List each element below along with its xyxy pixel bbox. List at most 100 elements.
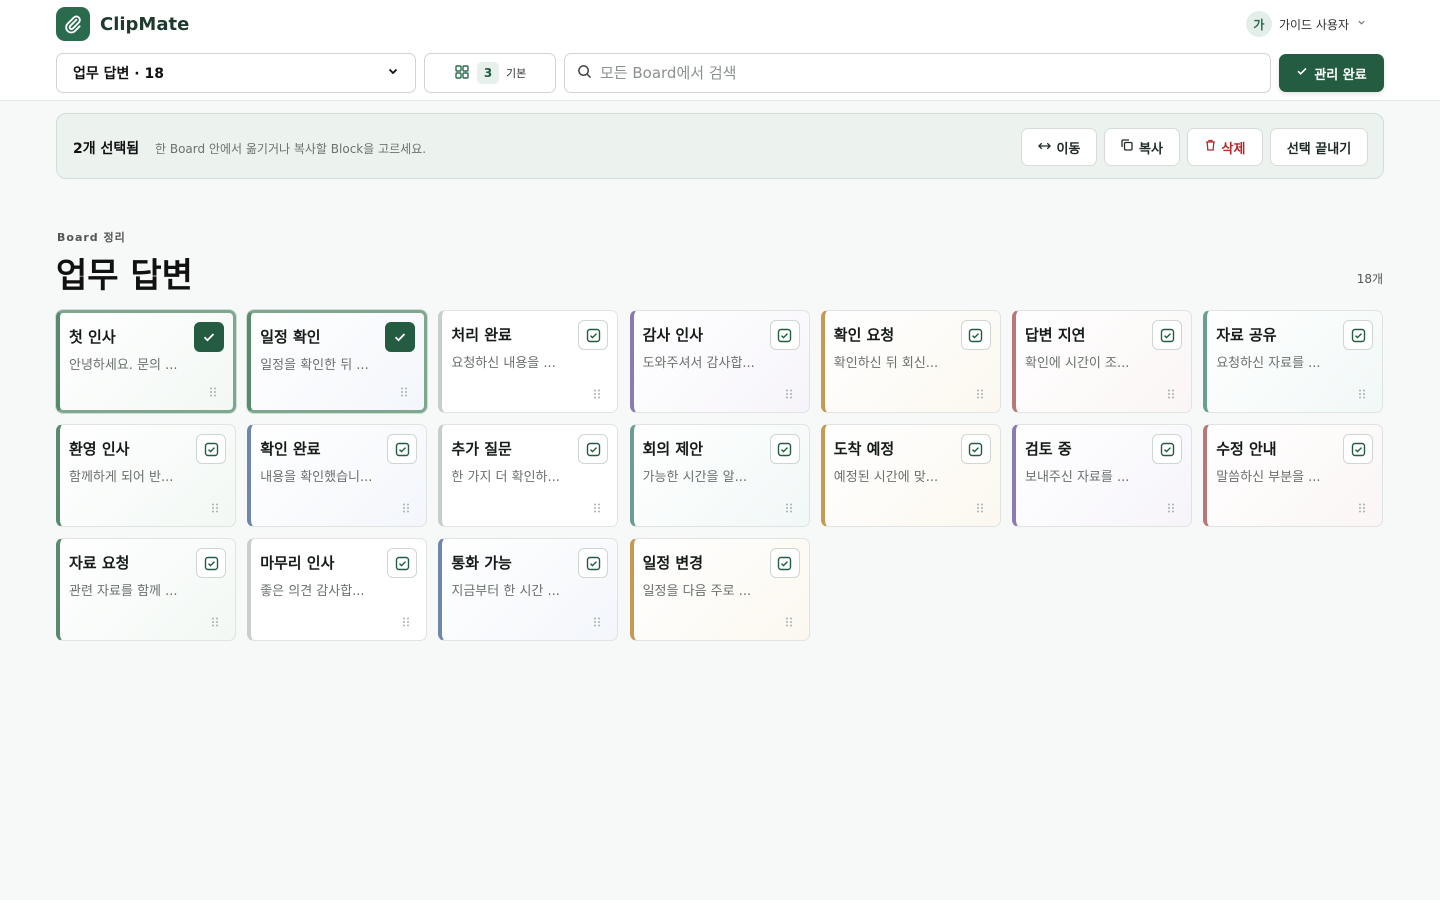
block-title: 통화 가능 (451, 554, 512, 572)
delete-button[interactable]: 삭제 (1187, 128, 1263, 166)
block-title: 환영 인사 (69, 440, 130, 458)
block-card[interactable]: 확인 완료 내용을 확인했습니... (247, 424, 428, 527)
block-count: 18개 (1356, 272, 1383, 286)
select-checkbox[interactable] (960, 434, 991, 464)
block-card[interactable]: 수정 안내 말씀하신 부분을 ... (1203, 424, 1384, 527)
drag-handle-icon[interactable] (976, 498, 984, 517)
block-snippet: 좋은 의견 감사합... (260, 584, 365, 599)
drag-handle-icon[interactable] (1167, 498, 1175, 517)
select-checkbox[interactable] (196, 434, 226, 464)
drag-handle-icon[interactable] (402, 498, 410, 517)
avatar: 가 (1245, 11, 1272, 37)
board-select-value: 업무 답변 · 18 (73, 66, 164, 82)
drag-handle-icon[interactable] (785, 498, 793, 517)
select-checkbox[interactable] (578, 434, 609, 464)
block-title: 처리 완료 (451, 326, 512, 344)
check-icon (203, 333, 215, 342)
block-title: 일정 변경 (642, 554, 704, 572)
block-card[interactable]: 첫 인사 안녕하세요. 문의 ... (56, 310, 236, 413)
block-card[interactable]: 확인 요청 확인하신 뒤 회신... (820, 310, 1001, 413)
block-card[interactable]: 회의 제안 가능한 시간을 알... (629, 424, 810, 527)
block-snippet: 보내주신 자료를 ... (1025, 470, 1130, 485)
drag-handle-icon[interactable] (1358, 498, 1366, 517)
select-checkbox[interactable] (1152, 320, 1182, 350)
drag-handle-icon[interactable] (976, 384, 984, 403)
drag-handle-icon[interactable] (785, 612, 793, 631)
block-card[interactable]: 답변 지연 확인에 시간이 조... (1012, 310, 1192, 413)
block-card[interactable]: 검토 중 보내주신 자료를 ... (1012, 424, 1192, 527)
drag-handle-icon[interactable] (402, 612, 410, 631)
drag-handle-icon[interactable] (1358, 384, 1366, 403)
check-icon (395, 333, 406, 342)
drag-handle-icon[interactable] (593, 498, 601, 517)
block-snippet: 예정된 시간에 맞... (833, 470, 939, 485)
view-toggle-button[interactable]: 3 기본 (424, 53, 556, 93)
drag-handle-icon[interactable] (209, 382, 217, 401)
chevron-down-icon (387, 65, 399, 81)
block-snippet: 일정을 확인한 뒤 ... (260, 358, 369, 373)
selected-checkbox[interactable] (385, 322, 416, 352)
block-card[interactable]: 통화 가능 지금부터 한 시간 ... (438, 538, 619, 641)
block-card[interactable]: 자료 공유 요청하신 자료를 ... (1203, 310, 1384, 413)
grid-icon (455, 64, 469, 82)
board-eyebrow: Board 정리 (57, 231, 126, 244)
copy-button[interactable]: 복사 (1104, 128, 1180, 166)
select-checkbox[interactable] (387, 548, 418, 578)
select-checkbox[interactable] (960, 320, 991, 350)
drag-handle-icon[interactable] (211, 498, 219, 517)
drag-handle-icon[interactable] (1167, 384, 1175, 403)
checkbox-icon (586, 556, 601, 570)
select-checkbox[interactable] (387, 434, 418, 464)
select-checkbox[interactable] (578, 320, 609, 350)
select-checkbox[interactable] (578, 548, 609, 578)
drag-handle-icon[interactable] (400, 382, 408, 401)
block-card[interactable]: 일정 변경일정을 다음 주로 ... (629, 538, 810, 641)
copy-icon (1121, 139, 1133, 155)
board-select[interactable]: 업무 답변 · 18 (56, 53, 416, 93)
block-card[interactable]: 처리 완료요청하신 내용을 ... (438, 310, 619, 413)
app-header: ClipMate 가 가이드 사용자 업무 답변 · 18 3 기본 모든 Bo… (0, 0, 1440, 101)
drag-handle-icon[interactable] (593, 612, 601, 631)
done-managing-button[interactable]: 관리 완료 (1279, 54, 1384, 92)
drag-handle-icon[interactable] (593, 384, 601, 403)
select-checkbox[interactable] (1343, 434, 1374, 464)
block-card[interactable]: 환영 인사 함께하게 되어 반... (56, 424, 236, 527)
view-column-count: 3 (477, 62, 499, 84)
select-checkbox[interactable] (1343, 320, 1374, 350)
brand[interactable]: ClipMate (56, 6, 189, 42)
search-input[interactable] (600, 64, 1200, 82)
block-snippet: 한 가지 더 확인하... (451, 470, 560, 485)
block-card[interactable]: 일정 확인 일정을 확인한 뒤 ... (247, 310, 428, 413)
checkbox-icon (969, 328, 983, 342)
block-snippet: 말씀하신 부분을 ... (1216, 470, 1321, 485)
select-checkbox[interactable] (769, 434, 800, 464)
block-snippet: 일정을 다음 주로 ... (642, 584, 752, 599)
block-card[interactable]: 마무리 인사 좋은 의견 감사합... (247, 538, 428, 641)
block-card[interactable]: 추가 질문 한 가지 더 확인하... (438, 424, 619, 527)
checkbox-icon (777, 556, 792, 570)
drag-handle-icon[interactable] (785, 384, 793, 403)
block-title: 답변 지연 (1025, 326, 1086, 344)
move-button[interactable]: 이동 (1021, 128, 1097, 166)
search-box[interactable] (564, 53, 1271, 93)
block-card[interactable]: 감사 인사 도와주셔서 감사합... (629, 310, 810, 413)
select-checkbox[interactable] (196, 548, 226, 578)
checkbox-icon (586, 442, 601, 456)
trash-icon (1205, 139, 1216, 155)
user-name: 가이드 사용자 (1278, 17, 1349, 32)
select-checkbox[interactable] (769, 548, 800, 578)
drag-handle-icon[interactable] (211, 612, 219, 631)
block-snippet: 요청하신 내용을 ... (451, 356, 556, 371)
user-menu[interactable]: 가 가이드 사용자 (1245, 10, 1366, 38)
select-checkbox[interactable] (769, 320, 800, 350)
block-title: 회의 제안 (642, 440, 704, 458)
block-card[interactable]: 도착 예정예정된 시간에 맞... (820, 424, 1001, 527)
select-checkbox[interactable] (1152, 434, 1182, 464)
selected-checkbox[interactable] (194, 322, 224, 352)
block-title: 자료 공유 (1216, 326, 1277, 344)
check-icon (1296, 65, 1308, 81)
block-card[interactable]: 자료 요청 관련 자료를 함께 ... (56, 538, 236, 641)
block-title: 도착 예정 (833, 440, 895, 458)
checkbox-icon (1351, 328, 1365, 342)
exit-selection-button[interactable]: 선택 끝내기 (1270, 128, 1368, 166)
